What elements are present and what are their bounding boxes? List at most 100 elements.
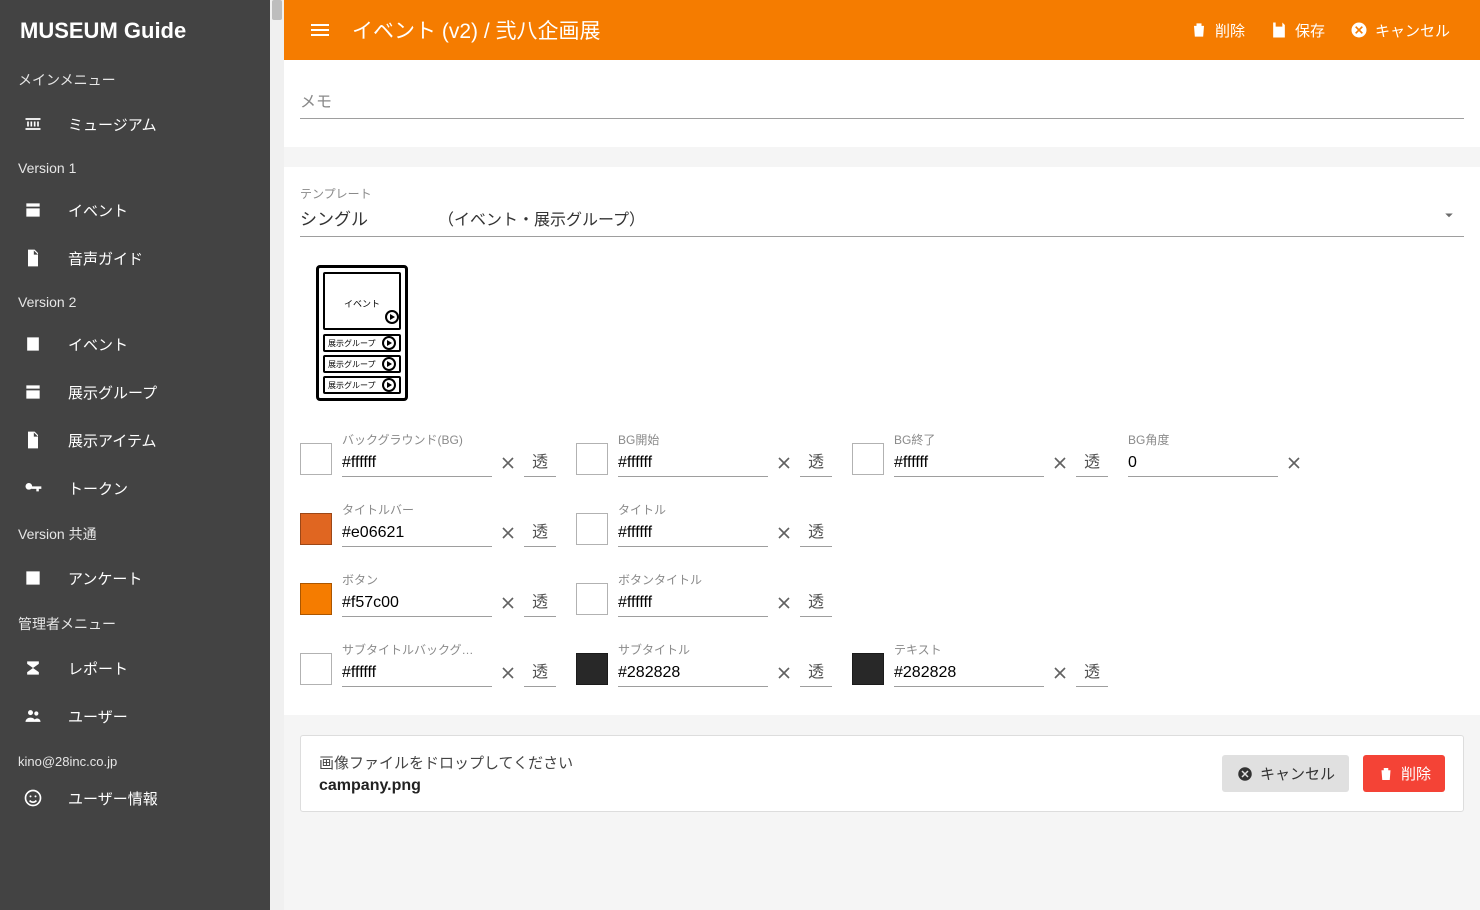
clear-icon[interactable] — [1050, 453, 1070, 473]
sidebar-item-v1-event[interactable]: イベント — [0, 186, 270, 234]
clear-icon[interactable] — [498, 453, 518, 473]
color-swatch[interactable] — [576, 513, 608, 545]
color-field: ボタン透 — [300, 571, 556, 617]
trash-icon — [1377, 765, 1395, 783]
field-label: サブタイトル — [618, 641, 768, 658]
sidebar-item-v2-group[interactable]: 展示グループ — [0, 368, 270, 416]
appbar: イベント (v2) / 弐八企画展 削除 保存 キャンセル — [284, 0, 1480, 60]
color-swatch[interactable] — [300, 583, 332, 615]
color-input[interactable] — [618, 520, 768, 547]
account-email: kino@28inc.co.jp — [0, 740, 270, 774]
color-swatch[interactable] — [300, 653, 332, 685]
color-swatch[interactable] — [852, 443, 884, 475]
color-row: ボタン透ボタンタイトル透 — [300, 571, 1464, 617]
sidebar-item-label: 展示アイテム — [68, 430, 157, 451]
clear-icon[interactable] — [1284, 453, 1304, 473]
color-input[interactable] — [894, 660, 1044, 687]
clear-icon[interactable] — [1050, 663, 1070, 683]
color-input[interactable] — [342, 450, 492, 477]
color-input[interactable] — [342, 660, 492, 687]
alpha-input[interactable]: 透 — [524, 514, 556, 547]
cancel-icon — [1236, 765, 1254, 783]
color-input[interactable] — [894, 450, 1044, 477]
save-button[interactable]: 保存 — [1257, 12, 1337, 49]
scrollbar-thumb[interactable] — [272, 0, 282, 20]
sidebar-item-label: イベント — [68, 334, 128, 355]
clear-icon[interactable] — [774, 663, 794, 683]
color-input[interactable] — [618, 590, 768, 617]
color-field: バックグラウンド(BG) 透 — [300, 431, 556, 477]
alpha-input[interactable]: 透 — [800, 514, 832, 547]
template-name: シングル — [300, 205, 420, 230]
cancel-icon — [1349, 20, 1369, 40]
chevron-down-icon — [1440, 206, 1464, 230]
users-icon — [22, 705, 44, 727]
color-input[interactable] — [342, 590, 492, 617]
alpha-input[interactable]: 透 — [800, 654, 832, 687]
clear-icon[interactable] — [774, 593, 794, 613]
sidebar-heading-common: Version 共通 — [0, 512, 270, 554]
clear-icon[interactable] — [774, 453, 794, 473]
delete-button[interactable]: 削除 — [1177, 12, 1257, 49]
color-field: テキスト透 — [852, 641, 1108, 687]
sidebar-heading-v2: Version 2 — [0, 282, 270, 320]
drop-delete-button[interactable]: 削除 — [1363, 755, 1445, 792]
color-input[interactable] — [342, 520, 492, 547]
sidebar-item-report[interactable]: レポート — [0, 644, 270, 692]
smile-icon — [22, 787, 44, 809]
template-label: テンプレート — [300, 185, 1464, 202]
survey-icon — [22, 567, 44, 589]
clear-icon[interactable] — [498, 663, 518, 683]
clear-icon[interactable] — [498, 593, 518, 613]
play-icon — [382, 336, 396, 350]
drop-cancel-button[interactable]: キャンセル — [1222, 755, 1349, 792]
scrollbar-track[interactable] — [270, 0, 284, 910]
sidebar-item-survey[interactable]: アンケート — [0, 554, 270, 602]
template-select[interactable]: シングル （イベント・展示グループ） — [300, 205, 1464, 237]
color-swatch[interactable] — [576, 583, 608, 615]
sidebar-item-label: ミュージアム — [68, 114, 157, 135]
field-label: テキスト — [894, 641, 1044, 658]
field-label: サブタイトルバックグ… — [342, 641, 492, 658]
menu-button[interactable] — [298, 8, 342, 52]
app-title: MUSEUM Guide — [0, 0, 270, 58]
field-label: バックグラウンド(BG) — [342, 431, 492, 448]
color-swatch[interactable] — [576, 443, 608, 475]
color-input[interactable] — [1128, 450, 1278, 477]
sidebar-item-label: トークン — [68, 478, 128, 499]
alpha-input[interactable]: 透 — [524, 584, 556, 617]
color-swatch[interactable] — [576, 653, 608, 685]
sidebar-item-v2-token[interactable]: トークン — [0, 464, 270, 512]
sidebar-item-label: イベント — [68, 200, 128, 221]
template-preview: イベント 展示グループ 展示グループ 展示グループ — [316, 265, 408, 401]
alpha-input[interactable]: 透 — [524, 444, 556, 477]
color-swatch[interactable] — [300, 443, 332, 475]
file-icon — [22, 247, 44, 269]
sidebar-item-label: ユーザー — [68, 706, 128, 727]
memo-input[interactable] — [300, 88, 1464, 119]
color-field: BG開始透 — [576, 431, 832, 477]
sidebar-item-userinfo[interactable]: ユーザー情報 — [0, 774, 270, 822]
sigma-icon — [22, 657, 44, 679]
color-input[interactable] — [618, 450, 768, 477]
sidebar-item-label: アンケート — [68, 568, 142, 589]
sidebar-item-user[interactable]: ユーザー — [0, 692, 270, 740]
clear-icon[interactable] — [498, 523, 518, 543]
clear-icon[interactable] — [774, 523, 794, 543]
sidebar-item-museum[interactable]: ミュージアム — [0, 100, 270, 148]
sidebar-item-v2-event[interactable]: イベント — [0, 320, 270, 368]
alpha-input[interactable]: 透 — [800, 444, 832, 477]
sidebar-item-label: 音声ガイド — [68, 248, 143, 269]
color-input[interactable] — [618, 660, 768, 687]
alpha-input[interactable]: 透 — [1076, 654, 1108, 687]
cancel-button[interactable]: キャンセル — [1337, 12, 1462, 49]
alpha-input[interactable]: 透 — [800, 584, 832, 617]
alpha-input[interactable]: 透 — [524, 654, 556, 687]
alpha-input[interactable]: 透 — [1076, 444, 1108, 477]
color-swatch[interactable] — [852, 653, 884, 685]
sidebar-item-v1-audio[interactable]: 音声ガイド — [0, 234, 270, 282]
color-field: サブタイトル透 — [576, 641, 832, 687]
color-field: タイトル透 — [576, 501, 832, 547]
sidebar-item-v2-item[interactable]: 展示アイテム — [0, 416, 270, 464]
color-swatch[interactable] — [300, 513, 332, 545]
